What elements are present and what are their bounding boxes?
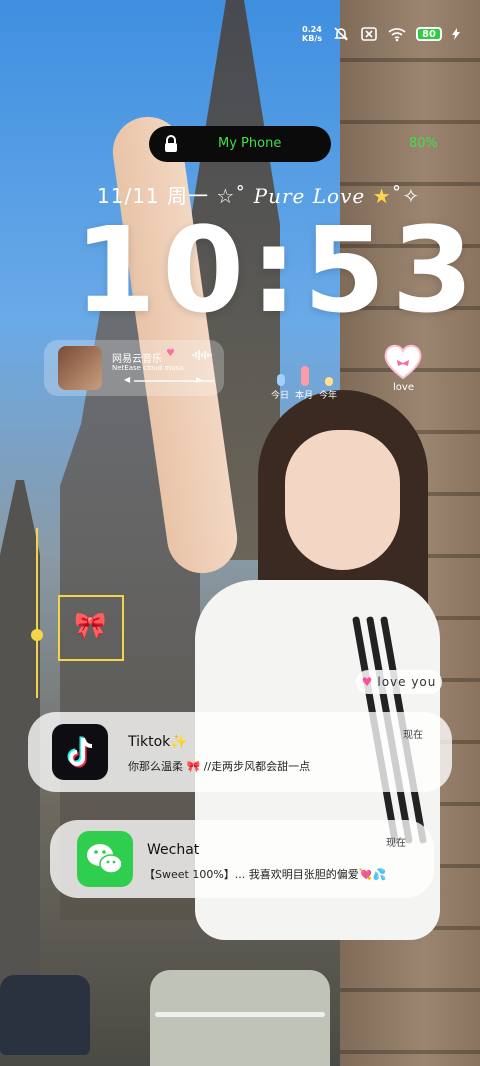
- prev-icon[interactable]: ◀: [124, 375, 130, 384]
- pill-battery-percent: 80%: [409, 136, 438, 151]
- stats-widget[interactable]: 今日 本月 今年: [270, 358, 340, 402]
- stats-bar-year: [325, 377, 333, 386]
- notification-title: Tiktok✨: [128, 734, 188, 750]
- notification-time: 现在: [403, 730, 423, 741]
- device-name: My Phone: [218, 136, 282, 151]
- wechat-icon: [77, 831, 133, 887]
- heart-widget-label: love: [393, 382, 414, 393]
- network-speed-unit: KB/s: [302, 34, 322, 43]
- heart-icon: ♥: [166, 348, 175, 359]
- battery-icon: 80: [416, 27, 442, 41]
- notification-title: Wechat: [147, 842, 200, 858]
- battery-level: 80: [422, 28, 436, 40]
- pink-heart-icon: ♥: [361, 675, 374, 689]
- home-indicator[interactable]: [155, 1012, 325, 1017]
- stats-bar-month: [301, 366, 309, 386]
- album-art: [58, 346, 102, 390]
- timeline-dot: [31, 629, 43, 641]
- timeline-line: [36, 528, 38, 698]
- stats-label-year: 今年: [319, 391, 338, 401]
- network-speed: 0.24 KB/s: [302, 25, 322, 43]
- status-bar: 0.24 KB/s 80: [302, 22, 460, 46]
- stats-label-today: 今日: [271, 391, 290, 401]
- music-widget[interactable]: 网易云音乐 ♥ NetEase cloud music ◀ ▶: [44, 340, 224, 396]
- notification-tiktok[interactable]: Tiktok✨ 你那么温柔 🎀 //走两步风都会甜一点 现在: [28, 712, 452, 792]
- notification-wechat[interactable]: Wechat 【Sweet 100%】... 我喜欢明目张胆的偏爱💘💦 现在: [50, 820, 434, 898]
- lock-icon: [163, 135, 179, 153]
- lock-screen: 0.24 KB/s 80 My Phone 80% 11/11 周一 ☆˚ Pu…: [0, 0, 480, 1066]
- tiktok-icon: [52, 724, 108, 780]
- lock-clock: 10:53: [74, 201, 480, 339]
- notification-body: 【Sweet 100%】... 我喜欢明目张胆的偏爱💘💦: [144, 868, 387, 881]
- waveform-icon: [192, 350, 214, 363]
- stats-bar-today: [277, 374, 285, 386]
- stats-label-month: 本月: [295, 391, 314, 401]
- wifi-icon: [388, 25, 406, 43]
- bow-icon: 🎀: [74, 611, 107, 641]
- notification-time: 现在: [386, 838, 406, 849]
- mute-bell-icon: [332, 25, 350, 43]
- heart-widget[interactable]: love: [383, 344, 427, 393]
- charging-bolt-icon: [452, 25, 460, 43]
- next-icon[interactable]: ▶: [196, 375, 202, 384]
- music-app-name: 网易云音乐: [112, 354, 162, 365]
- music-app-subtitle: NetEase cloud music: [112, 364, 186, 372]
- bow-sticker-frame[interactable]: 🎀: [58, 595, 124, 661]
- face: [285, 430, 400, 570]
- network-speed-value: 0.24: [302, 25, 322, 34]
- lock-status-pill[interactable]: My Phone 80%: [149, 126, 438, 162]
- parked-car: [0, 975, 90, 1055]
- love-chip[interactable]: ♥ love you: [356, 670, 442, 694]
- notification-body: 你那么温柔 🎀 //走两步风都会甜一点: [128, 760, 311, 773]
- pants: [150, 970, 330, 1066]
- no-sim-icon: [360, 25, 378, 43]
- love-chip-text: love you: [377, 675, 437, 689]
